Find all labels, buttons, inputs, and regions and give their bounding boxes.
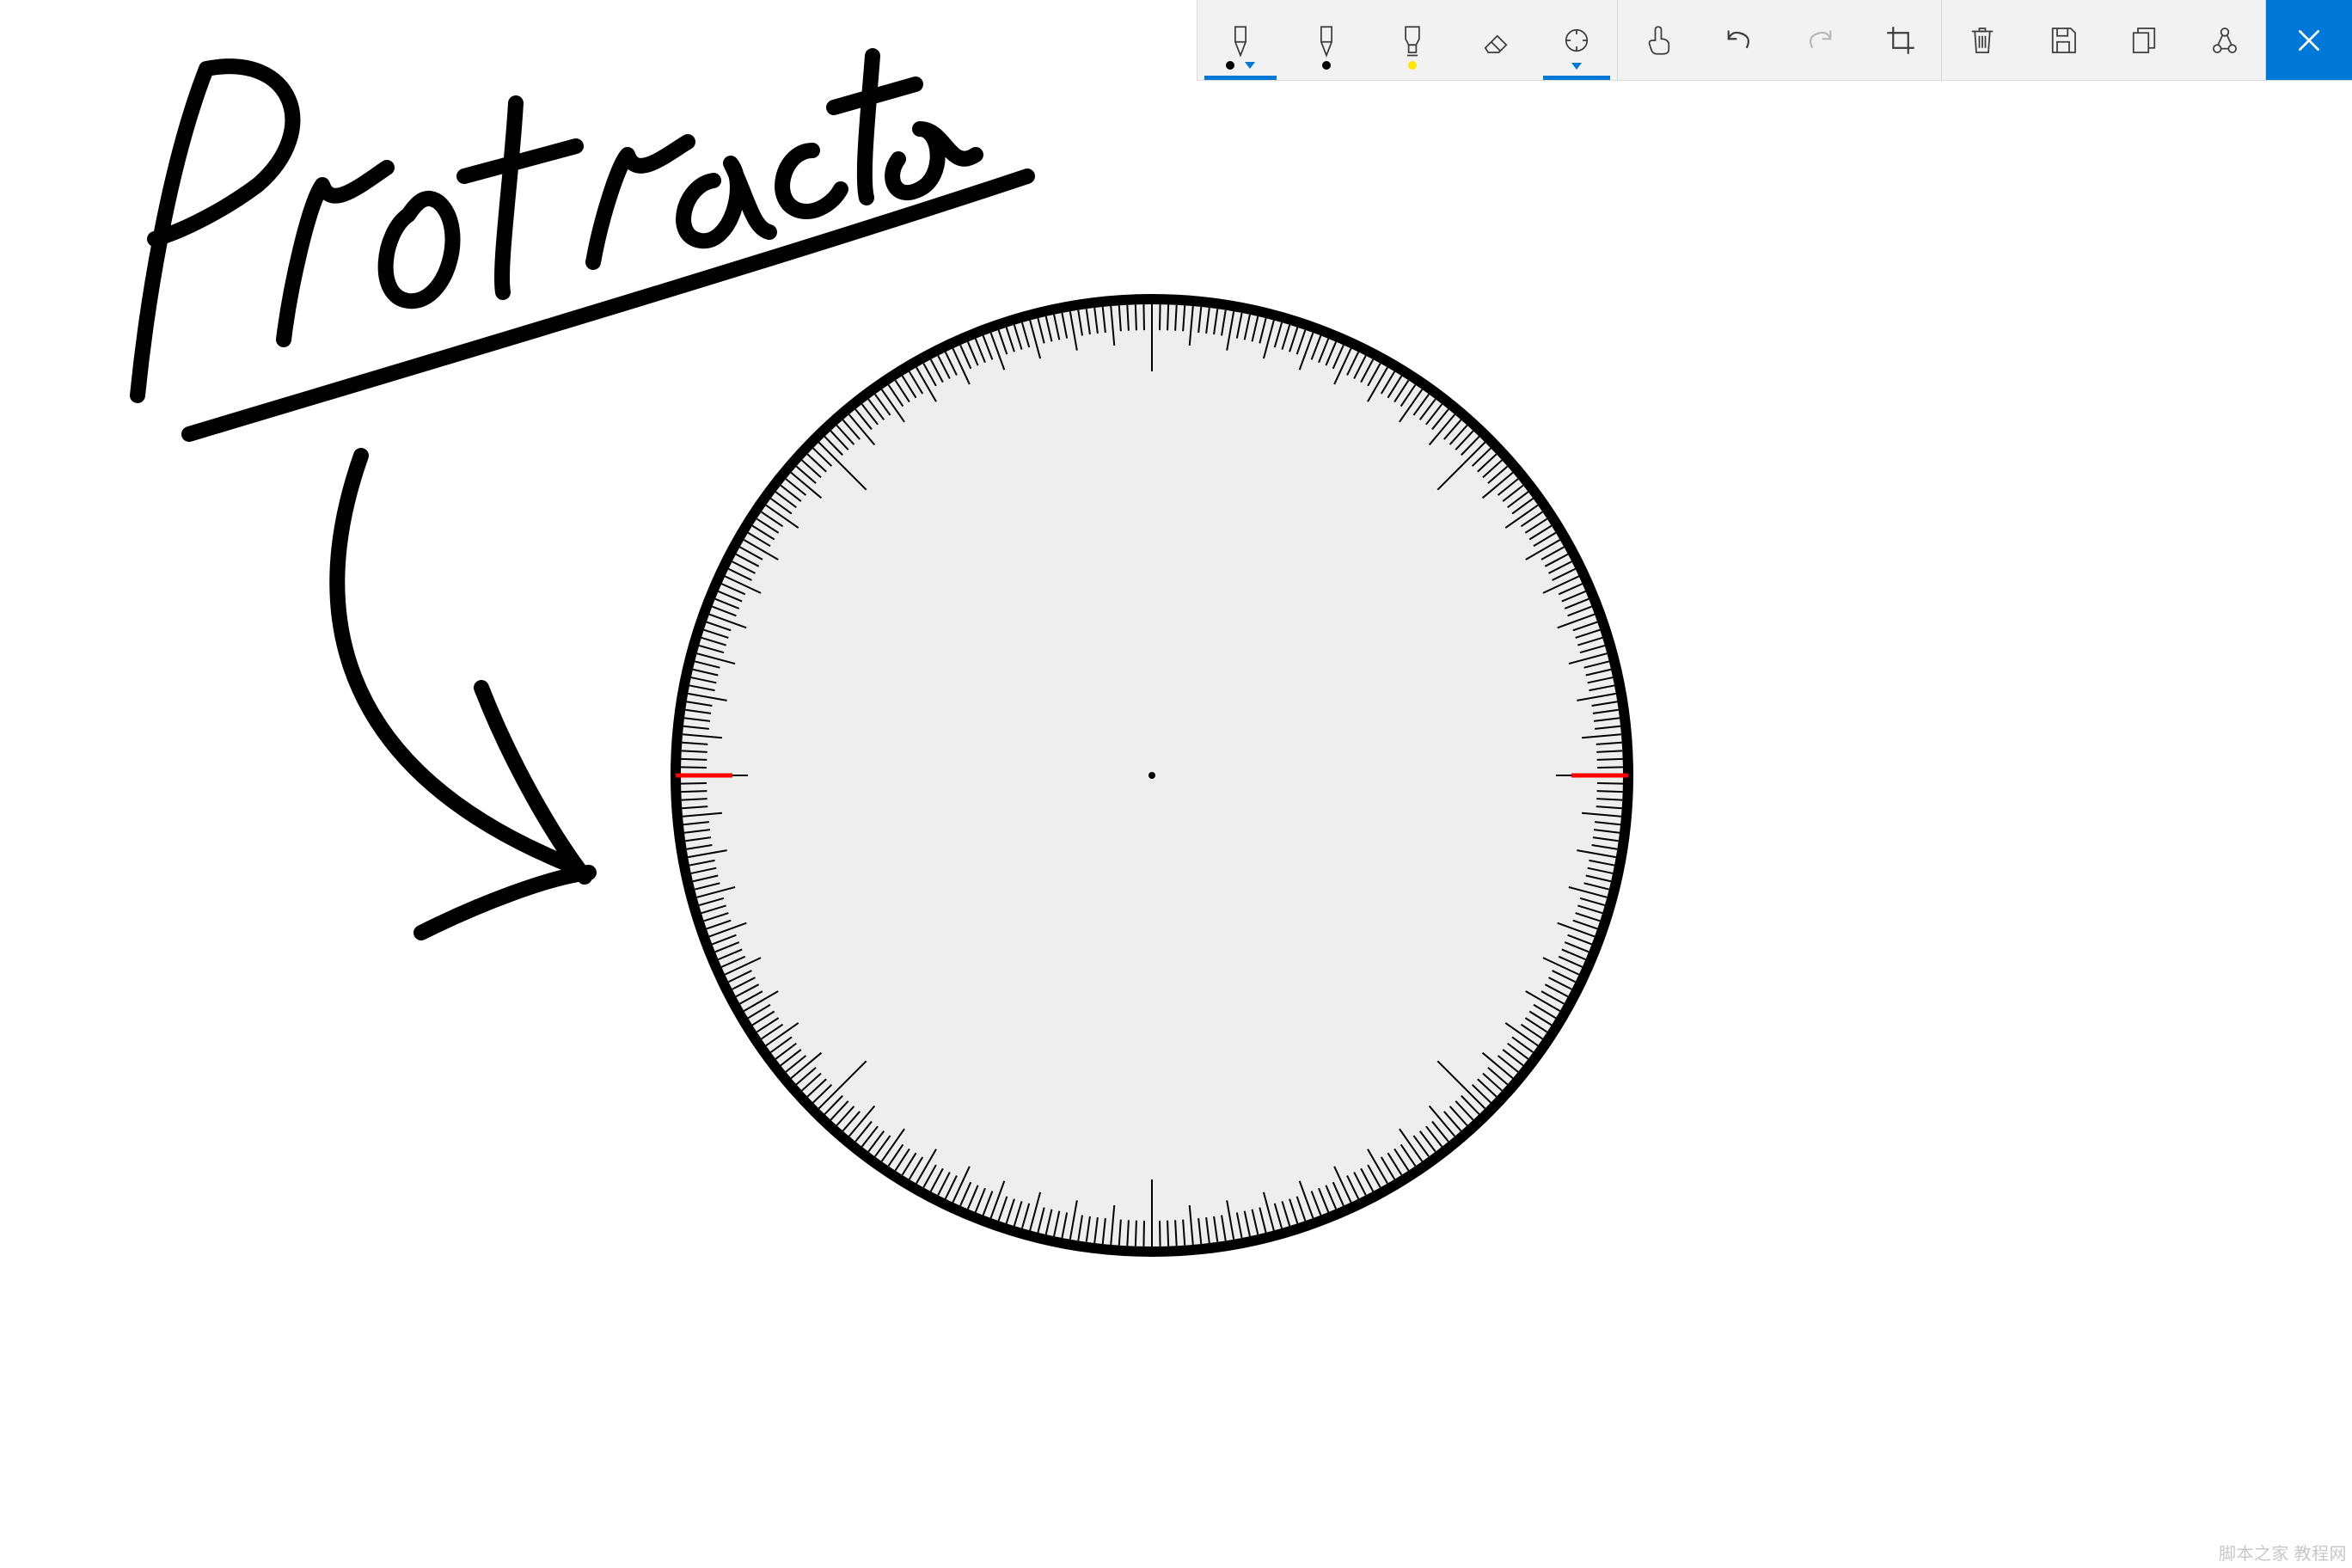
selected-indicator (1204, 76, 1277, 80)
undo-button[interactable] (1699, 0, 1779, 80)
pens-group (1197, 0, 1618, 80)
pen-color-swatch (1322, 61, 1331, 70)
share-icon (2207, 22, 2243, 58)
ruler-button[interactable] (1536, 0, 1617, 80)
copy-button[interactable] (2104, 0, 2184, 80)
pen-icon (1308, 22, 1344, 58)
highlighter-icon (1394, 22, 1430, 58)
pencil-pen-button[interactable] (1283, 0, 1369, 80)
redo-button (1779, 0, 1860, 80)
copy-icon (2126, 22, 2162, 58)
protractor-tool[interactable] (671, 294, 1633, 1257)
ink-toolbar (1197, 0, 2352, 81)
touch-icon (1640, 22, 1676, 58)
actions-group (1618, 0, 1942, 80)
crop-button[interactable] (1860, 0, 1941, 80)
save-button[interactable] (2023, 0, 2104, 80)
pen-color-swatch (1408, 61, 1417, 70)
undo-icon (1721, 22, 1757, 58)
pen-color-swatch (1226, 61, 1234, 70)
touch-writing-button[interactable] (1618, 0, 1699, 80)
highlighter-pen-button[interactable] (1369, 0, 1455, 80)
chevron-down-icon (1245, 62, 1255, 69)
file-group (1942, 0, 2266, 80)
crop-icon (1883, 22, 1919, 58)
chevron-down-icon (1571, 63, 1582, 70)
share-button[interactable] (2184, 0, 2265, 80)
watermark: 脚本之家 教程网 (2219, 1540, 2347, 1565)
eraser-button[interactable] (1455, 0, 1536, 80)
ruler-icon (1559, 22, 1595, 58)
delete-button[interactable] (1942, 0, 2023, 80)
trash-icon (1964, 22, 2000, 58)
close-icon (2294, 26, 2324, 55)
eraser-icon (1478, 22, 1514, 58)
selected-indicator (1543, 76, 1610, 80)
save-icon (2045, 22, 2081, 58)
ballpoint-pen-button[interactable] (1197, 0, 1283, 80)
close-button[interactable] (2266, 0, 2352, 80)
pen-icon (1222, 22, 1259, 58)
redo-icon (1802, 22, 1838, 58)
